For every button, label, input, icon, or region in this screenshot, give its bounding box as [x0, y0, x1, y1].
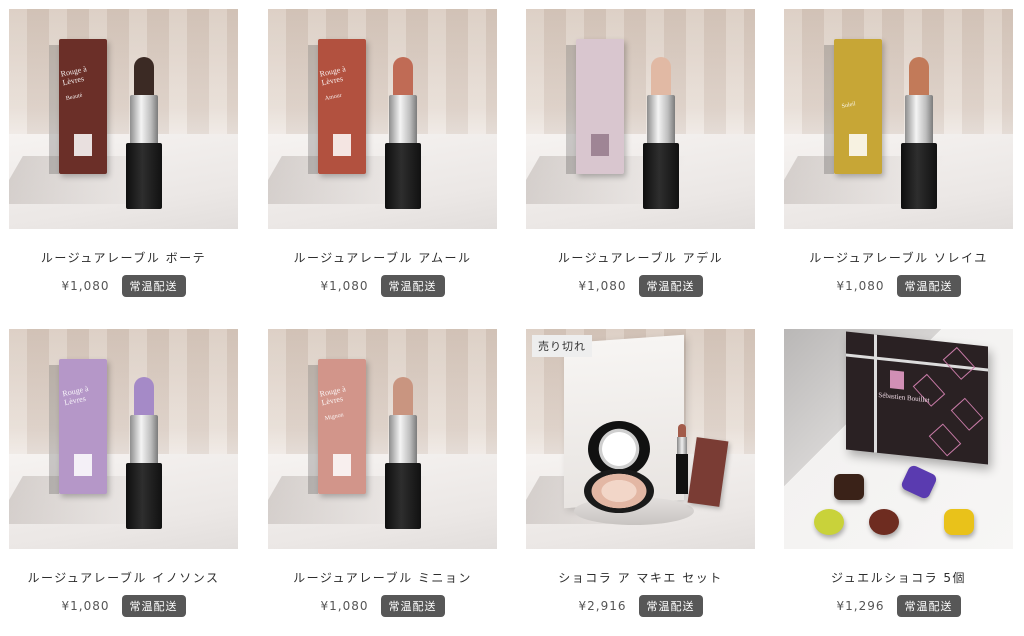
lipstick-box: Rouge à Lèvres — [49, 359, 107, 494]
lipstick-box: Rouge à Lèvres Amour — [308, 39, 366, 174]
product-price: ¥1,080 — [836, 279, 885, 293]
product-card[interactable]: Rouge à Lèvres Amour ルージュアレーブル アムール ¥1,08… — [268, 9, 497, 309]
product-price: ¥1,080 — [61, 279, 110, 293]
chocolate-box: Sébastien Bouillet — [846, 331, 988, 465]
price-row: ¥2,916 常温配送 — [526, 595, 755, 617]
product-card[interactable]: Rouge à Lèvres Mignon ルージュアレーブル ミニョン ¥1,0… — [268, 329, 497, 629]
product-card[interactable]: Soleil ルージュアレーブル ソレイユ ¥1,080 常温配送 — [784, 9, 1013, 309]
lipstick — [385, 57, 421, 209]
lipstick-box: Rouge à Lèvres Beauté — [49, 39, 107, 174]
product-image[interactable] — [526, 9, 755, 229]
product-image[interactable]: Rouge à Lèvres Beauté — [9, 9, 238, 229]
product-price: ¥1,080 — [320, 599, 369, 613]
product-image[interactable]: Soleil — [784, 9, 1013, 229]
shipping-badge: 常温配送 — [121, 595, 186, 617]
shipping-badge: 常温配送 — [380, 275, 445, 297]
lipstick-box: Rouge à Lèvres Mignon — [308, 359, 366, 494]
product-name[interactable]: ジュエルショコラ 5個 — [784, 569, 1013, 586]
lipstick — [126, 57, 162, 209]
product-name[interactable]: ルージュアレーブル ミニョン — [268, 569, 497, 586]
shipping-badge: 常温配送 — [896, 275, 961, 297]
price-row: ¥1,080 常温配送 — [268, 595, 497, 617]
product-image[interactable]: Rouge à Lèvres Mignon — [268, 329, 497, 549]
product-price: ¥1,080 — [320, 279, 369, 293]
product-image[interactable]: 売り切れ — [526, 329, 755, 549]
product-name[interactable]: ルージュアレーブル ボーテ — [9, 249, 238, 266]
lipstick — [901, 57, 937, 209]
product-card[interactable]: Sébastien Bouillet ジュエルショコラ 5個 ¥1,296 常温… — [784, 329, 1013, 629]
product-card[interactable]: Rouge à Lèvres Beauté ルージュアレーブル ボーテ ¥1,08… — [9, 9, 238, 309]
product-name[interactable]: ルージュアレーブル ソレイユ — [784, 249, 1013, 266]
shipping-badge: 常温配送 — [896, 595, 961, 617]
compact-mirror — [584, 421, 654, 513]
product-grid: Rouge à Lèvres Beauté ルージュアレーブル ボーテ ¥1,08… — [0, 0, 1024, 636]
product-name[interactable]: ルージュアレーブル イノソンス — [9, 569, 238, 586]
price-row: ¥1,296 常温配送 — [784, 595, 1013, 617]
product-price: ¥1,080 — [578, 279, 627, 293]
product-card[interactable]: Rouge à Lèvres ルージュアレーブル イノソンス ¥1,080 常温… — [9, 329, 238, 629]
lipstick — [126, 377, 162, 529]
lipstick — [643, 57, 679, 209]
product-image[interactable]: Rouge à Lèvres — [9, 329, 238, 549]
product-image[interactable]: Sébastien Bouillet — [784, 329, 1013, 549]
product-price: ¥1,296 — [836, 599, 885, 613]
shipping-badge: 常温配送 — [638, 275, 703, 297]
product-price: ¥1,080 — [61, 599, 110, 613]
product-card[interactable]: 売り切れ ショコラ ア マキエ セット ¥2,916 常温配送 — [526, 329, 755, 629]
price-row: ¥1,080 常温配送 — [526, 275, 755, 297]
price-row: ¥1,080 常温配送 — [9, 595, 238, 617]
price-row: ¥1,080 常温配送 — [784, 275, 1013, 297]
product-price: ¥2,916 — [578, 599, 627, 613]
lipstick-box: Soleil — [824, 39, 882, 174]
price-row: ¥1,080 常温配送 — [268, 275, 497, 297]
product-name[interactable]: ショコラ ア マキエ セット — [526, 569, 755, 586]
lipstick — [676, 424, 688, 494]
product-name[interactable]: ルージュアレーブル アムール — [268, 249, 497, 266]
price-row: ¥1,080 常温配送 — [9, 275, 238, 297]
shipping-badge: 常温配送 — [638, 595, 703, 617]
sold-out-badge: 売り切れ — [532, 335, 592, 357]
product-name[interactable]: ルージュアレーブル アデル — [526, 249, 755, 266]
product-card[interactable]: ルージュアレーブル アデル ¥1,080 常温配送 — [526, 9, 755, 309]
shipping-badge: 常温配送 — [380, 595, 445, 617]
lipstick-box — [566, 39, 624, 174]
lipstick — [385, 377, 421, 529]
product-image[interactable]: Rouge à Lèvres Amour — [268, 9, 497, 229]
shipping-badge: 常温配送 — [121, 275, 186, 297]
